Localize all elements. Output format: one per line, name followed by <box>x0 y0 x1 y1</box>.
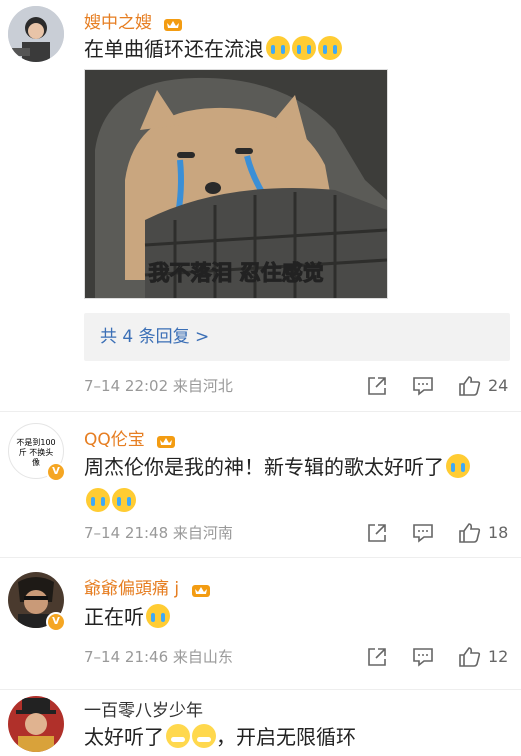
like-icon[interactable] <box>458 374 482 396</box>
comment-item: 一百零八岁少年 太好听了 ，开启无限循环 <box>0 689 521 756</box>
like-count: 12 <box>488 647 509 666</box>
like-count: 24 <box>488 376 509 395</box>
username[interactable]: 一百零八岁少年 <box>84 696 203 721</box>
avatar[interactable] <box>8 696 64 752</box>
comment-text: 太好听了 ，开启无限循环 <box>84 724 356 749</box>
crown-badge-icon <box>156 431 176 449</box>
comment-icon[interactable] <box>412 522 434 544</box>
crying-emoji-icon <box>292 36 316 60</box>
image-caption: 我不落泪 忍住感觉 <box>148 261 323 285</box>
comment-meta: 7–14 21:48 来自河南 <box>84 524 233 542</box>
avatar[interactable] <box>8 6 64 62</box>
comment-icon[interactable] <box>412 375 434 397</box>
comment-text: 正在听 <box>84 600 504 634</box>
share-icon[interactable] <box>366 375 388 397</box>
comment-meta: 7–14 22:02 来自河北 <box>84 377 233 395</box>
crown-badge-icon <box>191 580 211 598</box>
verified-badge: V <box>46 462 66 482</box>
like-icon[interactable] <box>458 645 482 667</box>
comment-text: 周杰伦你是我的神！新专辑的歌太好听了 <box>84 450 504 518</box>
crying-emoji-icon <box>318 36 342 60</box>
username[interactable]: QQ伦宝 <box>84 425 176 450</box>
comment-item: V 爺爺偏頭痛 j 正在听 7–14 21:46 来自山东 12 <box>0 557 521 689</box>
share-icon[interactable] <box>366 522 388 544</box>
view-replies-link[interactable]: 共 4 条回复 > <box>84 313 510 361</box>
crying-emoji-icon <box>112 488 136 512</box>
comment-item: 不是到100斤 不换头像 V QQ伦宝 周杰伦你是我的神！新专辑的歌太好听了 7… <box>0 411 521 557</box>
crying-emoji-icon <box>446 454 470 478</box>
comment-image[interactable]: 我不落泪 忍住感觉 <box>84 69 388 299</box>
grin-emoji-icon <box>166 724 190 748</box>
crying-emoji-icon <box>146 604 170 628</box>
like-icon[interactable] <box>458 521 482 543</box>
verified-badge: V <box>46 612 66 632</box>
comment-meta: 7–14 21:46 来自山东 <box>84 648 233 666</box>
comment-icon[interactable] <box>412 646 434 668</box>
comment-item: 嫂中之嫂 在单曲循环还在流浪 我不落泪 忍住感觉 共 4 条回复 > 7–14 … <box>0 0 521 411</box>
username[interactable]: 嫂中之嫂 <box>84 8 183 33</box>
comment-text: 在单曲循环还在流浪 <box>84 32 504 66</box>
crown-badge-icon <box>163 14 183 32</box>
username[interactable]: 爺爺偏頭痛 j <box>84 574 211 599</box>
crying-emoji-icon <box>86 488 110 512</box>
crying-emoji-icon <box>266 36 290 60</box>
grin-emoji-icon <box>192 724 216 748</box>
share-icon[interactable] <box>366 646 388 668</box>
like-count: 18 <box>488 523 509 542</box>
